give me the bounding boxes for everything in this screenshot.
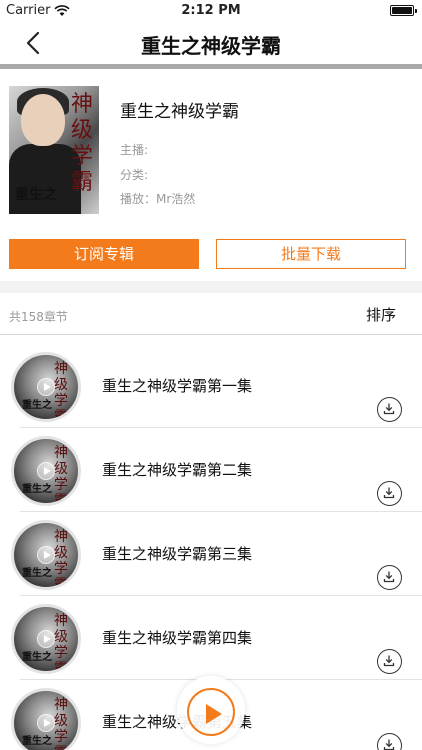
battery-icon	[390, 5, 417, 16]
thumb-title: 重生之	[22, 568, 52, 579]
thumb-title: 重生之	[22, 736, 52, 747]
download-icon	[383, 571, 395, 583]
episode-title: 重生之神级学霸第四集	[102, 629, 253, 647]
page-title: 重生之神级学霸	[141, 34, 281, 58]
play-icon[interactable]	[37, 630, 55, 648]
sort-button[interactable]: 排序	[366, 304, 396, 325]
category-label: 分类:	[120, 168, 149, 182]
thumb-calligraphy: 神级学霸	[54, 529, 68, 590]
list-item[interactable]: 神级学霸 重生之 重生之神级学霸第四集	[0, 596, 422, 680]
episode-title: 重生之神级学霸第一集	[102, 377, 253, 395]
list-item[interactable]: 神级学霸 重生之 重生之神级学霸第三集	[0, 512, 422, 596]
status-bar: Carrier 2:12 PM	[0, 0, 422, 22]
nav-separator	[0, 64, 422, 69]
download-button[interactable]	[377, 481, 402, 506]
download-icon	[383, 739, 395, 750]
floating-play-button[interactable]	[177, 676, 245, 744]
thumb-title: 重生之	[22, 400, 52, 411]
download-button[interactable]	[377, 733, 402, 750]
status-time: 2:12 PM	[181, 3, 241, 18]
play-icon[interactable]	[37, 546, 55, 564]
host-label: 主播:	[120, 143, 149, 157]
thumb-title: 重生之	[22, 652, 52, 663]
cover-calligraphy: 神级学霸	[71, 92, 94, 195]
episode-title: 重生之神级学霸第三集	[102, 545, 253, 563]
narrator-label: 播放：Mr浩然	[120, 192, 196, 206]
play-icon[interactable]	[37, 714, 55, 732]
batch-download-button[interactable]: 批量下载	[216, 239, 406, 269]
nav-bar: 重生之神级学霸	[0, 22, 422, 64]
thumb-calligraphy: 神级学霸	[54, 613, 68, 674]
episode-thumbnail: 神级学霸 重生之	[11, 352, 81, 422]
subscribe-button[interactable]: 订阅专辑	[9, 239, 199, 269]
thumb-title: 重生之	[22, 484, 52, 495]
chapter-count: 共158章节	[9, 310, 68, 324]
play-icon[interactable]	[37, 378, 55, 396]
download-icon	[383, 655, 395, 667]
episode-title: 重生之神级学霸第二集	[102, 461, 253, 479]
album-title: 重生之神级学霸	[120, 102, 239, 122]
album-cover: 神级学霸 重生之	[9, 86, 99, 214]
download-icon	[383, 403, 395, 415]
play-icon	[206, 704, 222, 724]
episode-thumbnail: 神级学霸 重生之	[11, 436, 81, 506]
episode-thumbnail: 神级学霸 重生之	[11, 520, 81, 590]
cover-figure-face	[21, 94, 65, 146]
play-ring	[187, 688, 235, 736]
cover-title: 重生之	[15, 187, 57, 203]
episode-thumbnail: 神级学霸 重生之	[11, 688, 81, 750]
download-button[interactable]	[377, 397, 402, 422]
thumb-calligraphy: 神级学霸	[54, 697, 68, 750]
list-item[interactable]: 神级学霸 重生之 重生之神级学霸第一集	[0, 344, 422, 428]
download-button[interactable]	[377, 649, 402, 674]
play-icon[interactable]	[37, 462, 55, 480]
section-divider	[0, 281, 422, 293]
thumb-calligraphy: 神级学霸	[54, 445, 68, 506]
download-button[interactable]	[377, 565, 402, 590]
list-item[interactable]: 神级学霸 重生之 重生之神级学霸第二集	[0, 428, 422, 512]
list-divider	[0, 334, 422, 335]
episode-thumbnail: 神级学霸 重生之	[11, 604, 81, 674]
download-icon	[383, 487, 395, 499]
thumb-calligraphy: 神级学霸	[54, 361, 68, 422]
